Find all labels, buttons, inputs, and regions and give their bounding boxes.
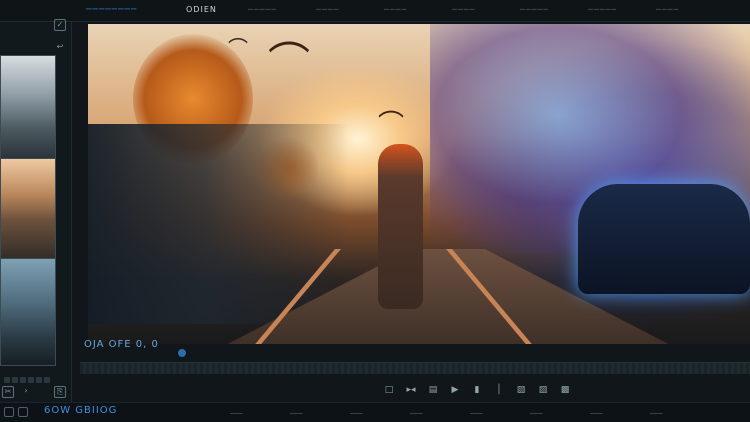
settings-icon[interactable]: ▩ xyxy=(554,382,576,398)
preview-car xyxy=(578,184,750,294)
timecode-readout: OJA OFE 0, 0 xyxy=(84,339,159,350)
clip-thumbnail-3[interactable] xyxy=(0,258,56,366)
effects-icon[interactable]: ▨ xyxy=(532,382,554,398)
video-preview[interactable]: ⌒ ⌒ ⌒ xyxy=(88,24,750,344)
timeline-ruler[interactable]: ─── ─── ─── ─── ─── ─── ─── ─── xyxy=(230,410,710,418)
preview-runner xyxy=(378,144,423,309)
clip-thumbnail-2[interactable] xyxy=(0,158,56,262)
record-dot-icon[interactable] xyxy=(178,349,186,357)
preview-bird-mid: ⌒ xyxy=(378,110,405,140)
sidebar-track-strip xyxy=(4,368,54,383)
scissors-icon[interactable]: ✂ xyxy=(2,386,14,398)
menu-item-4[interactable]: ──── xyxy=(452,5,520,17)
timeline-title: 6OW GBIIOG xyxy=(44,405,118,416)
playback-controls: □ ▸◂ ▤ ▶ ▮ │ ▧ ▨ ▩ xyxy=(378,382,576,398)
menu-item-6[interactable]: ───── xyxy=(588,5,656,17)
ruler-mark: ─── xyxy=(530,410,543,418)
ruler-mark: ─── xyxy=(350,410,363,418)
clip-icon[interactable]: ▤ xyxy=(422,382,444,398)
menu-item-1[interactable]: ───── xyxy=(248,5,316,17)
ruler-mark: ─── xyxy=(230,410,243,418)
step-icon[interactable]: ▸◂ xyxy=(400,382,422,398)
menu-item-5[interactable]: ───── xyxy=(520,5,588,17)
app-title: ──────── xyxy=(86,5,138,15)
top-menu-bar: ──────── ODIEN ───── ──── ──── ──── ────… xyxy=(0,0,750,22)
preview-bird-large: ⌒ xyxy=(268,38,311,87)
video-editor-window: ──────── ODIEN ───── ──── ──── ──── ────… xyxy=(0,0,750,422)
ruler-mark: ─── xyxy=(590,410,603,418)
preview-bird-small: ⌒ xyxy=(228,36,248,60)
frame-icon[interactable]: □ xyxy=(378,382,400,398)
ruler-mark: ─── xyxy=(410,410,423,418)
ruler-mark: ─── xyxy=(290,410,303,418)
preview-robots xyxy=(88,124,348,324)
layer-icon[interactable]: ▧ xyxy=(510,382,532,398)
main-menu: ODIEN ───── ──── ──── ──── ───── ───── ─… xyxy=(186,5,724,17)
menu-item-7[interactable]: ──── xyxy=(656,5,724,17)
menu-item-3[interactable]: ──── xyxy=(384,5,452,17)
play-icon[interactable]: ▶ xyxy=(444,382,466,398)
marker-icon[interactable]: ▮ xyxy=(466,382,488,398)
media-bin-sidebar: ✓ ↩ ✂ › ⎘ xyxy=(0,19,72,402)
menu-item-0[interactable]: ODIEN xyxy=(186,5,248,17)
ruler-mark: ─── xyxy=(470,410,483,418)
undo-icon[interactable]: ↩ xyxy=(54,42,66,54)
timeline-menu-icon[interactable] xyxy=(4,407,14,417)
menu-item-2[interactable]: ──── xyxy=(316,5,384,17)
scrub-bar[interactable] xyxy=(80,362,750,374)
chevron-right-icon[interactable]: › xyxy=(20,386,32,398)
ruler-mark: ─── xyxy=(650,410,663,418)
check-icon[interactable]: ✓ xyxy=(54,19,66,31)
split-icon[interactable]: │ xyxy=(488,382,510,398)
export-icon[interactable]: ⎘ xyxy=(54,386,66,398)
timeline-snap-icon[interactable] xyxy=(18,407,28,417)
clip-thumbnail-1[interactable] xyxy=(0,55,56,159)
